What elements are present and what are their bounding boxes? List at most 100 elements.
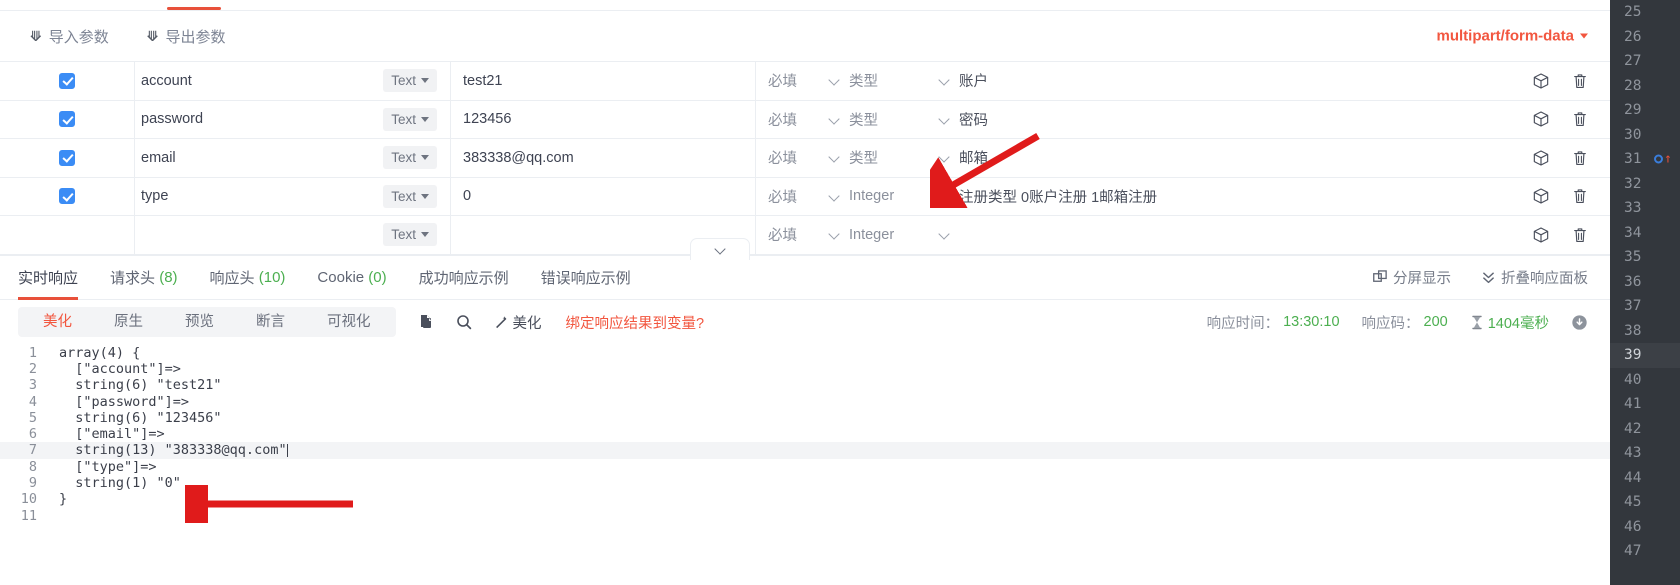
trash-icon[interactable]: [1572, 110, 1588, 128]
param-required-cell[interactable]: 必填: [755, 138, 830, 177]
gutter-line[interactable]: 31 ↑: [1610, 147, 1680, 172]
right-line-number-gutter: 25 26 27 28 29 30 31 ↑ 32 33 34 35 36 37 38 39 40 41 42 43 4…: [1610, 0, 1680, 585]
gutter-line[interactable]: 33: [1610, 196, 1680, 221]
view-mode-segment[interactable]: 可视化: [306, 307, 392, 337]
row-enabled-checkbox[interactable]: [59, 111, 75, 128]
bind-response-to-variable-link[interactable]: 绑定响应结果到变量?: [566, 312, 705, 333]
param-datatype-dropdown[interactable]: 类型: [830, 147, 940, 168]
param-description-cell[interactable]: 邮箱: [940, 147, 1500, 168]
view-mode-segment[interactable]: 美化: [22, 307, 93, 337]
gutter-line[interactable]: 45: [1610, 490, 1680, 515]
response-tab[interactable]: Cookie (0): [317, 255, 386, 300]
gutter-line[interactable]: 26: [1610, 25, 1680, 50]
gutter-line[interactable]: 36: [1610, 270, 1680, 295]
response-tab[interactable]: 实时响应: [18, 255, 79, 300]
view-mode-segment[interactable]: 预览: [164, 307, 235, 337]
search-icon[interactable]: [456, 314, 472, 330]
param-description-cell[interactable]: 密码: [940, 109, 1500, 130]
collapse-response-panel-button[interactable]: 折叠响应面板: [1481, 267, 1588, 288]
param-value-cell[interactable]: test21: [450, 61, 755, 100]
gutter-line[interactable]: 30: [1610, 123, 1680, 148]
gutter-line[interactable]: 46: [1610, 515, 1680, 540]
param-type-dropdown[interactable]: Text: [383, 69, 437, 93]
response-code-editor[interactable]: 1 array(4) {2 ["account"]=> 3 string(6) "t…: [0, 344, 1610, 575]
gutter-line[interactable]: 39: [1610, 343, 1680, 368]
param-description-cell[interactable]: [940, 229, 1500, 240]
gutter-line[interactable]: 35: [1610, 245, 1680, 270]
trash-icon[interactable]: [1572, 72, 1588, 90]
beautify-button[interactable]: 美化: [494, 312, 542, 333]
param-type-dropdown[interactable]: Text: [383, 223, 437, 247]
response-tab[interactable]: 响应头 (10): [210, 255, 286, 300]
response-tab[interactable]: 错误响应示例: [541, 255, 631, 300]
param-value-text: 0: [463, 188, 472, 205]
gutter-line[interactable]: 27: [1610, 49, 1680, 74]
content-type-selector[interactable]: multipart/form-data: [1436, 28, 1588, 45]
param-required-cell[interactable]: 必填: [755, 215, 830, 254]
collapse-panel-handle[interactable]: [690, 238, 750, 260]
view-mode-segment[interactable]: 断言: [235, 307, 306, 337]
param-value-cell[interactable]: 383338@qq.com: [450, 138, 755, 177]
response-tab[interactable]: 请求头 (8): [110, 255, 178, 300]
chevron-down-icon: [421, 232, 429, 238]
gutter-line[interactable]: 32: [1610, 172, 1680, 197]
param-value-cell[interactable]: 0: [450, 177, 755, 216]
gutter-line[interactable]: 47: [1610, 539, 1680, 564]
gutter-line[interactable]: 43: [1610, 441, 1680, 466]
view-mode-segment[interactable]: 原生: [93, 307, 164, 337]
response-tab[interactable]: 成功响应示例: [419, 255, 509, 300]
param-description-cell[interactable]: 账户: [940, 70, 1500, 91]
param-datatype-dropdown[interactable]: 类型: [830, 109, 940, 130]
param-name-cell[interactable]: email: [134, 138, 369, 177]
box-icon[interactable]: [1532, 226, 1550, 244]
param-name-cell[interactable]: type: [134, 177, 369, 216]
copy-icon[interactable]: [418, 314, 434, 331]
param-value-cell[interactable]: 123456: [450, 100, 755, 139]
box-icon[interactable]: [1532, 110, 1550, 128]
gutter-line-number: 27: [1624, 53, 1642, 70]
import-params-button[interactable]: ⟱ 导入参数: [30, 26, 109, 47]
box-icon[interactable]: [1532, 187, 1550, 205]
row-enabled-checkbox[interactable]: [59, 149, 75, 166]
chevron-down-icon: [421, 193, 429, 199]
gutter-line[interactable]: 25: [1610, 0, 1680, 25]
param-name-cell[interactable]: [134, 215, 369, 254]
gutter-line[interactable]: 37: [1610, 294, 1680, 319]
trash-icon[interactable]: [1572, 226, 1588, 244]
param-name-cell[interactable]: account: [134, 61, 369, 100]
gutter-line[interactable]: 29: [1610, 98, 1680, 123]
gutter-line-number: 35: [1624, 249, 1642, 266]
row-enabled-checkbox[interactable]: [59, 188, 75, 205]
param-datatype-dropdown[interactable]: Integer: [830, 227, 940, 243]
param-description-cell[interactable]: 注册类型 0账户注册 1邮箱注册: [940, 186, 1500, 207]
row-enabled-checkbox[interactable]: [59, 72, 75, 89]
gutter-line[interactable]: 42: [1610, 417, 1680, 442]
gutter-line[interactable]: 40: [1610, 368, 1680, 393]
param-datatype-dropdown[interactable]: 类型: [830, 70, 940, 91]
param-required-cell[interactable]: 必填: [755, 61, 830, 100]
param-type-dropdown[interactable]: Text: [383, 107, 437, 131]
chevron-down-icon: [421, 155, 429, 161]
split-screen-button[interactable]: 分屏显示: [1373, 267, 1451, 288]
gutter-line[interactable]: 41: [1610, 392, 1680, 417]
export-params-button[interactable]: ⟱ 导出参数: [147, 26, 226, 47]
param-required-cell[interactable]: 必填: [755, 100, 830, 139]
box-icon[interactable]: [1532, 149, 1550, 167]
table-row: password Text 123456 必填 类型 密码: [0, 100, 1610, 139]
row-enabled-checkbox[interactable]: [59, 227, 75, 243]
gutter-line[interactable]: 34: [1610, 221, 1680, 246]
gutter-line[interactable]: 38: [1610, 319, 1680, 344]
breakpoint-marker[interactable]: ↑: [1654, 153, 1672, 166]
param-datatype-dropdown[interactable]: Integer: [830, 188, 940, 204]
param-type-dropdown[interactable]: Text: [383, 146, 437, 170]
box-icon[interactable]: [1532, 72, 1550, 90]
param-name-cell[interactable]: password: [134, 100, 369, 139]
gutter-line[interactable]: 44: [1610, 466, 1680, 491]
trash-icon[interactable]: [1572, 149, 1588, 167]
row-enabled-cell: [0, 72, 134, 89]
trash-icon[interactable]: [1572, 187, 1588, 205]
refresh-icon[interactable]: [1571, 314, 1588, 331]
param-required-cell[interactable]: 必填: [755, 177, 830, 216]
param-type-dropdown[interactable]: Text: [383, 184, 437, 208]
gutter-line[interactable]: 28: [1610, 74, 1680, 99]
